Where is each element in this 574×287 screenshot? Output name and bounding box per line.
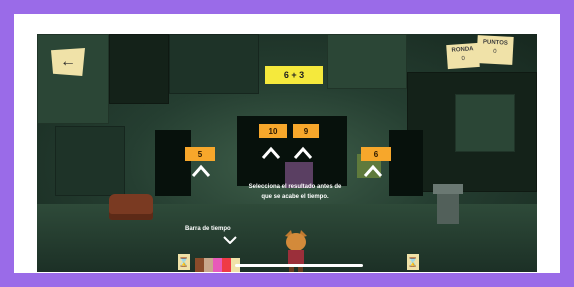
timer-label: Barra de tiempo xyxy=(185,226,231,232)
time-segment xyxy=(213,258,222,272)
answer-option-6[interactable]: 6 xyxy=(361,147,391,161)
chevron-up-icon[interactable] xyxy=(191,164,211,178)
wall-block xyxy=(37,34,109,124)
answer-option-10[interactable]: 10 xyxy=(259,124,287,138)
round-value: 0 xyxy=(461,55,466,63)
game-viewport: ← RONDA 0 PUNTOS 0 6 + 3 5 10 9 6 Selecc… xyxy=(37,34,537,272)
chevron-up-icon[interactable] xyxy=(293,146,313,160)
wall-block xyxy=(109,34,169,104)
instruction-line-1: Selecciona el resultado antes de xyxy=(248,184,342,190)
hourglass-icon: ⌛ xyxy=(178,254,190,270)
arrow-left-icon: ← xyxy=(60,53,76,70)
doorway-left xyxy=(155,130,191,196)
doorway-right xyxy=(389,130,423,196)
points-card: PUNTOS 0 xyxy=(476,35,514,65)
pedestal xyxy=(437,194,459,224)
round-label: RONDA xyxy=(451,46,474,54)
chevron-up-icon[interactable] xyxy=(363,164,383,178)
wall-block xyxy=(455,94,515,152)
points-label: PUNTOS xyxy=(482,39,508,47)
wall-block xyxy=(169,34,259,94)
time-segment xyxy=(204,258,213,272)
time-segment xyxy=(222,258,231,272)
hourglass-icon: ⌛ xyxy=(407,254,419,270)
chevron-down-icon xyxy=(223,236,237,244)
answer-option-5[interactable]: 5 xyxy=(185,147,215,161)
instruction-text: Selecciona el resultado antes de que se … xyxy=(235,182,355,202)
chevron-up-icon[interactable] xyxy=(261,146,281,160)
home-indicator[interactable] xyxy=(235,264,363,267)
round-card: RONDA 0 xyxy=(446,42,480,70)
treasure-chest xyxy=(109,194,153,220)
pedestal-top xyxy=(433,184,463,194)
back-button[interactable]: ← xyxy=(51,48,85,76)
instruction-line-2: que se acabe el tiempo. xyxy=(261,194,329,200)
time-segment xyxy=(195,258,204,272)
wall-block xyxy=(55,126,125,196)
score-panel: RONDA 0 PUNTOS 0 xyxy=(446,34,535,72)
question-display: 6 + 3 xyxy=(265,66,323,84)
time-bar xyxy=(195,258,240,272)
answer-option-9[interactable]: 9 xyxy=(293,124,319,138)
points-value: 0 xyxy=(493,48,497,56)
wall-block xyxy=(327,34,407,89)
